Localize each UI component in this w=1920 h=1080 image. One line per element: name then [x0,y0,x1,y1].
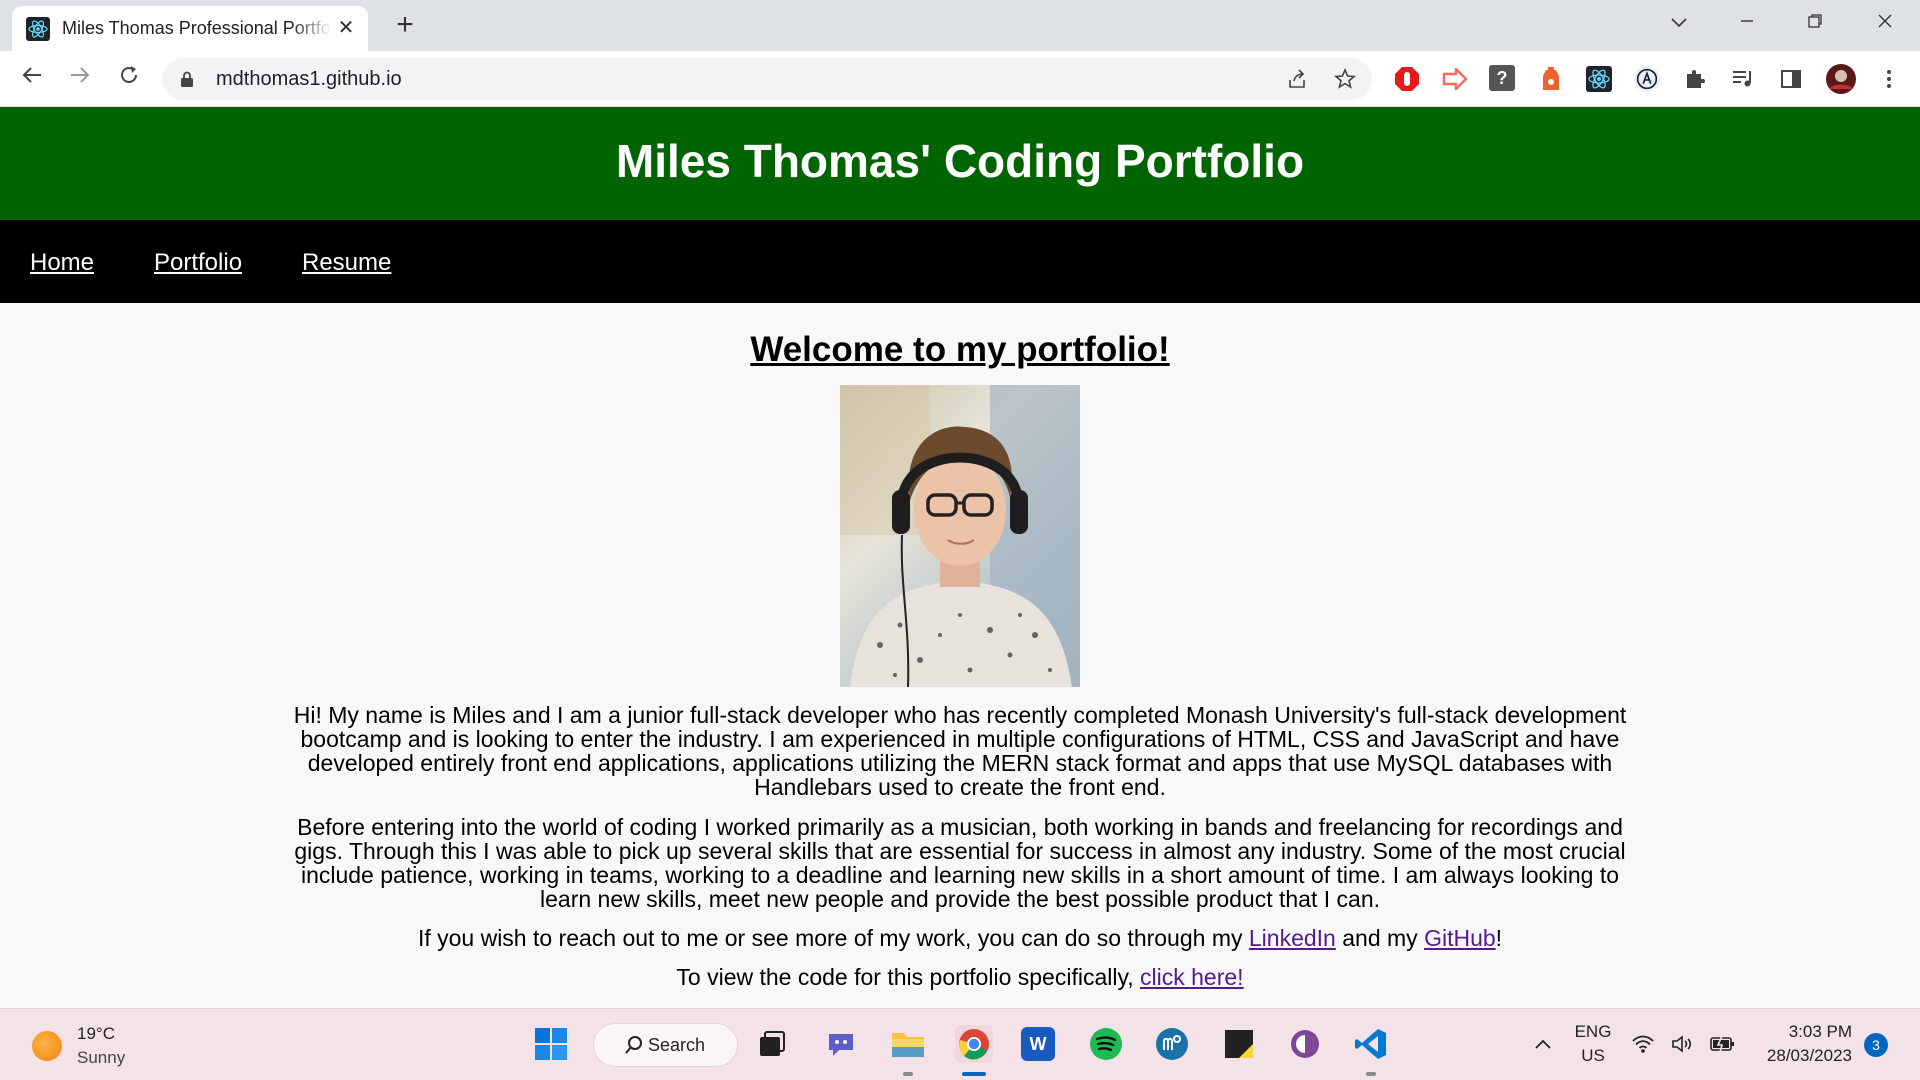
weather-condition[interactable]: Sunny [77,1048,125,1068]
main-content: Welcome to my portfolio! Hi! My name is … [0,303,1920,1008]
vscode-icon[interactable] [1352,1025,1390,1063]
tor-browser-icon[interactable] [1286,1025,1324,1063]
tab-title: Miles Thomas Professional Portfolio [62,18,332,38]
vscode-running-indicator [1366,1072,1376,1076]
react-devtools-icon[interactable] [1585,65,1613,93]
restore-icon[interactable] [1790,8,1840,38]
extensions-puzzle-icon[interactable] [1681,65,1709,93]
react-favicon-icon [26,16,50,41]
linkedin-link[interactable]: LinkedIn [1249,925,1336,951]
contact-middle-text: and my [1335,925,1425,951]
site-title: Miles Thomas' Coding Portfolio [615,134,1305,187]
back-arrow-icon[interactable] [17,64,47,94]
reload-icon[interactable] [114,64,144,94]
battery-charging-icon[interactable] [1708,1025,1738,1063]
wifi-icon[interactable] [1630,1025,1656,1063]
nav-link-resume[interactable]: Resume [302,249,391,277]
background-paragraph: Before entering into the world of coding… [294,814,1626,912]
musescore-icon[interactable] [1153,1025,1191,1063]
browser-tab-active[interactable]: Miles Thomas Professional Portfolio ✕ [12,6,368,51]
teams-chat-icon[interactable] [822,1025,860,1063]
tab-close-icon[interactable]: ✕ [336,18,356,38]
new-tab-button[interactable]: + [392,10,418,40]
close-window-icon[interactable] [1860,8,1910,38]
bookmark-star-icon[interactable] [1333,67,1357,92]
site-nav: Home Portfolio Resume [0,220,1920,303]
sticky-notes-icon[interactable] [1220,1025,1258,1063]
browser-tab-bar: Miles Thomas Professional Portfolio ✕ + [0,0,1920,51]
contact-paragraph: If you wish to reach out to me or see mo… [280,926,1640,950]
accessibility-extension-icon[interactable] [1633,65,1661,93]
profile-photo [840,385,1080,687]
windows-start-icon[interactable] [532,1025,570,1063]
explorer-running-indicator [903,1072,913,1076]
share-icon[interactable] [1285,68,1309,92]
volume-icon[interactable] [1670,1025,1696,1063]
file-explorer-icon[interactable] [889,1025,927,1063]
contact-prefix-text: If you wish to reach out to me or see mo… [417,925,1249,951]
redirect-extension-icon[interactable] [1441,65,1469,93]
adblock-extension-icon[interactable] [1393,65,1421,93]
media-playlist-icon[interactable] [1729,65,1757,93]
chrome-menu-icon[interactable] [1875,65,1903,93]
help-extension-icon[interactable]: ? [1489,65,1515,91]
language-indicator-line2[interactable]: US [1570,1046,1616,1066]
profile-avatar-icon[interactable] [1825,63,1857,95]
notification-count-badge[interactable]: 3 [1864,1033,1888,1057]
nav-link-home[interactable]: Home [30,249,94,277]
code-prefix-text: To view the code for this portfolio spec… [676,964,1141,990]
show-hidden-icons-chevron-icon[interactable] [1524,1025,1562,1063]
github-link[interactable]: GitHub [1424,925,1496,951]
honey-extension-icon[interactable] [1537,65,1565,93]
sunny-weather-icon[interactable] [32,1031,62,1061]
code-paragraph: To view the code for this portfolio spec… [280,965,1640,989]
chrome-active-indicator [962,1072,986,1076]
language-indicator-line1[interactable]: ENG [1570,1022,1616,1042]
chrome-taskbar-icon[interactable] [955,1025,993,1063]
browser-toolbar: mdthomas1.github.io ? [0,51,1920,107]
search-icon [624,1035,644,1060]
side-panel-icon[interactable] [1777,65,1805,93]
source-code-link[interactable]: click here! [1140,964,1244,990]
intro-paragraph: Hi! My name is Miles and I am a junior f… [293,702,1627,800]
weather-temperature[interactable]: 19°C [77,1024,115,1044]
spotify-icon[interactable] [1087,1025,1125,1063]
task-view-icon[interactable] [753,1025,791,1063]
minimize-icon[interactable] [1722,8,1772,38]
lock-icon[interactable] [180,71,194,87]
welcome-heading: Welcome to my portfolio! [750,330,1170,369]
tab-search-chevron-icon[interactable] [1654,8,1704,38]
taskbar-search-button[interactable]: Search [593,1023,738,1067]
site-header: Miles Thomas' Coding Portfolio [0,107,1920,220]
search-label: Search [648,1034,706,1055]
contact-suffix-text: ! [1495,925,1503,951]
word-icon[interactable]: W [1021,1027,1055,1061]
clock-date[interactable]: 28/03/2023 [1752,1046,1852,1066]
clock-time[interactable]: 3:03 PM [1752,1022,1852,1042]
nav-link-portfolio[interactable]: Portfolio [154,249,242,277]
forward-arrow-icon[interactable] [65,64,95,94]
url-text[interactable]: mdthomas1.github.io [216,68,402,91]
address-bar[interactable]: mdthomas1.github.io [162,58,1372,100]
windows-taskbar: 19°C Sunny Search W ENG US 3:03 PM 28/03… [0,1008,1920,1080]
